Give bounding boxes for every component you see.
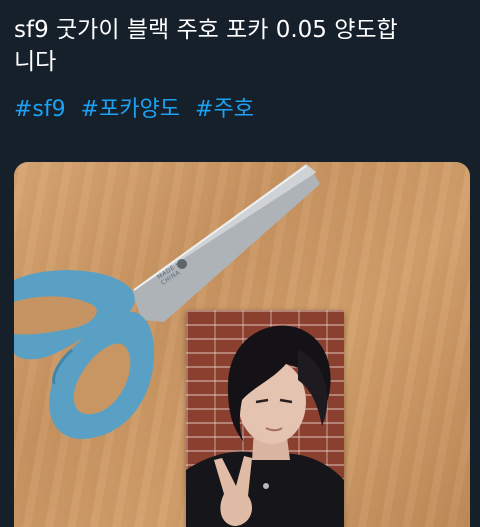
tweet-text: sf9 굿가이 블랙 주호 포카 0.05 양도합 니다 — [14, 14, 474, 78]
hashtag-list: #sf9 #포카양도 #주호 — [14, 94, 262, 126]
hashtag-sf9[interactable]: #sf9 — [14, 97, 66, 122]
hashtag-juho[interactable]: #주호 — [195, 97, 254, 122]
scissors-blade-lower — [132, 174, 320, 322]
tweet: sf9 굿가이 블랙 주호 포카 0.05 양도합 니다 #sf9 #포카양도 … — [0, 0, 480, 527]
person-photo — [186, 325, 344, 527]
tweet-text-line-2: 니다 — [14, 49, 57, 75]
tweet-text-line-1: sf9 굿가이 블랙 주호 포카 0.05 양도합 — [14, 17, 398, 43]
tweet-media-image[interactable]: MADE IN CHINA — [14, 162, 470, 527]
hashtag-photocard-transfer[interactable]: #포카양도 — [81, 97, 180, 122]
photocard — [186, 310, 344, 527]
